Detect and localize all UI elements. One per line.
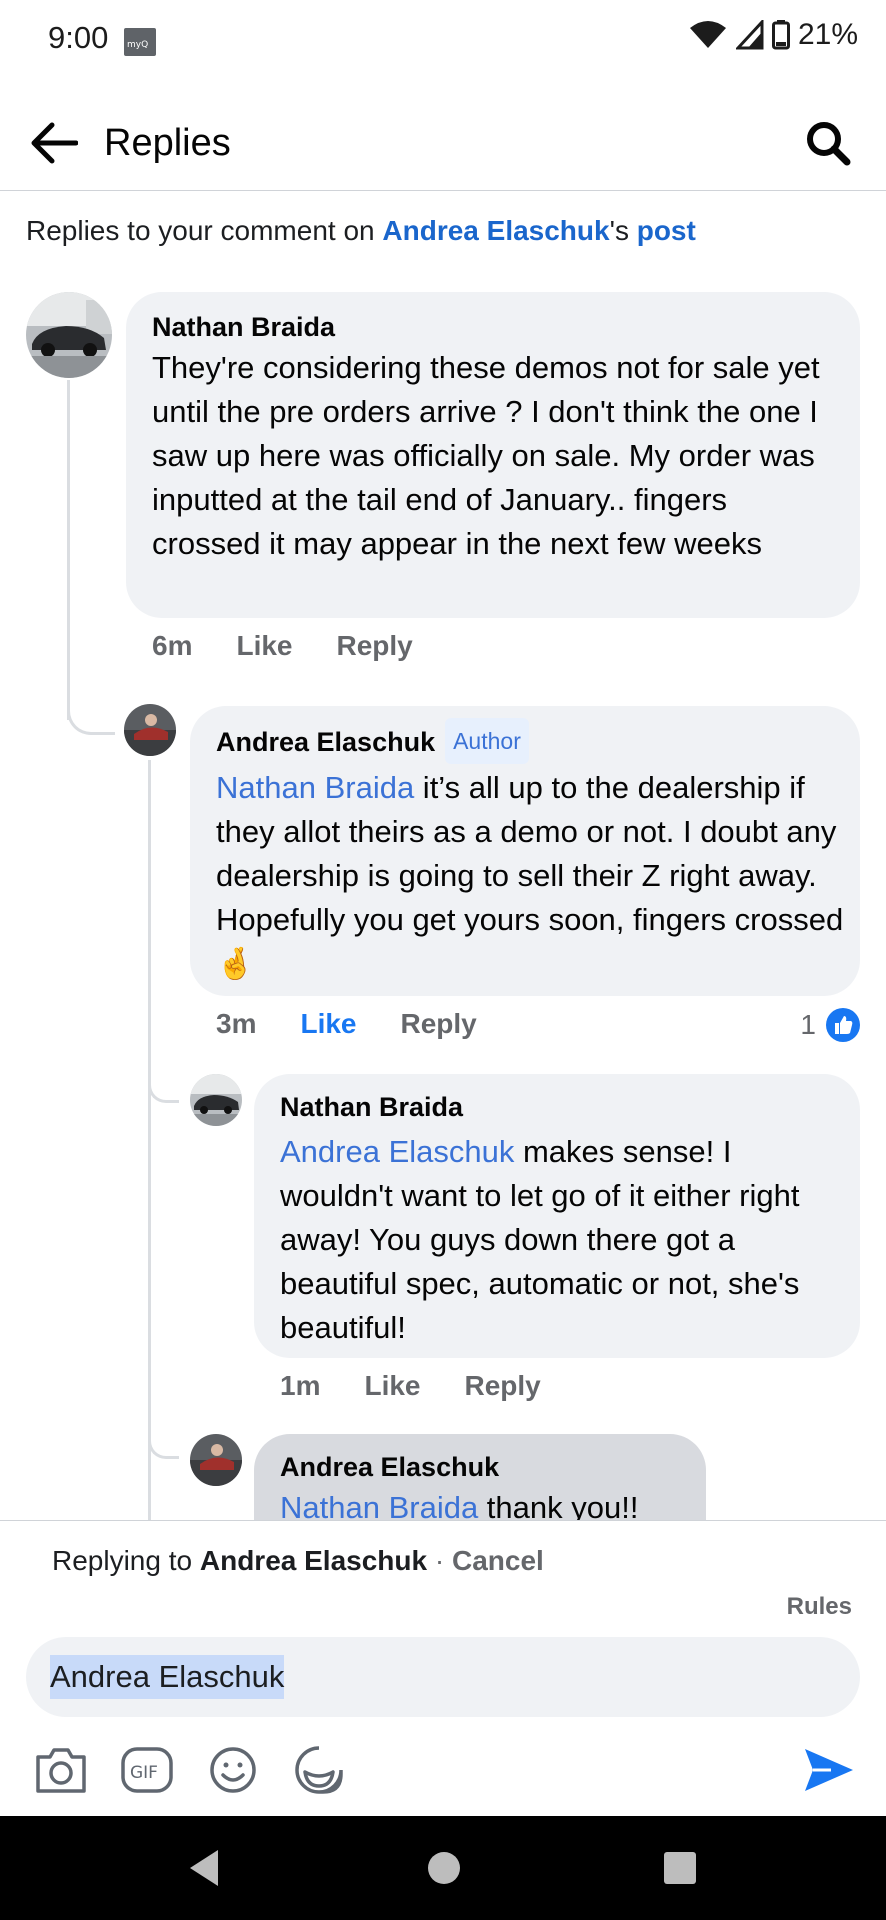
search-icon: [807, 122, 851, 166]
comment-bubble: Andrea Elaschuk Author Nathan Braida it’s…: [190, 706, 860, 996]
signal-icon: [735, 20, 764, 50]
like-button[interactable]: Like: [364, 1370, 420, 1402]
battery-icon: [771, 20, 790, 50]
thread-line: [148, 760, 151, 1520]
avatar[interactable]: [190, 1434, 242, 1486]
camera-button[interactable]: [32, 1741, 90, 1799]
replies-context: Replies to your comment on Andrea Elasch…: [26, 210, 696, 252]
comment-text: Nathan Braida it’s all up to the dealers…: [216, 766, 846, 986]
mention-link[interactable]: Andrea Elaschuk: [280, 1134, 514, 1169]
like-button[interactable]: Like: [236, 630, 292, 662]
comment-author[interactable]: Andrea Elaschuk: [280, 1448, 499, 1486]
send-icon: [805, 1749, 853, 1791]
triangle-back-icon: [190, 1850, 218, 1886]
avatar[interactable]: [190, 1074, 242, 1126]
comment-bubble: Nathan Braida Andrea Elaschuk makes sens…: [254, 1074, 860, 1358]
context-possessive: 's: [609, 215, 637, 246]
comment-author[interactable]: Nathan Braida: [280, 1088, 463, 1126]
system-nav-bar: [0, 1816, 886, 1920]
gif-button[interactable]: GIF: [118, 1741, 176, 1799]
comment-author[interactable]: Nathan Braida: [152, 308, 335, 346]
rules-link[interactable]: Rules: [787, 1593, 852, 1621]
comment-time: 3m: [216, 1008, 257, 1039]
sticker-icon: [295, 1746, 343, 1794]
comment-text: Nathan Braida thank you!!: [280, 1486, 700, 1520]
avatar[interactable]: [26, 292, 112, 378]
nav-back-button[interactable]: [186, 1848, 222, 1893]
gif-icon: GIF: [121, 1747, 173, 1793]
comment-actions: 1m Like Reply: [280, 1370, 585, 1402]
comment-actions: 6m Like Reply: [152, 630, 457, 662]
thread-curve: [148, 1070, 179, 1103]
comment-author: Andrea Elaschuk Author: [216, 718, 529, 764]
wifi-icon: [689, 21, 726, 48]
mention-link[interactable]: Nathan Braida: [216, 770, 414, 805]
reaction-count: 1: [800, 1009, 816, 1040]
input-mention-token[interactable]: Andrea Elaschuk: [50, 1655, 285, 1699]
comment-time: 1m: [280, 1370, 321, 1401]
camera-icon: [36, 1748, 86, 1793]
like-button[interactable]: Like: [300, 1008, 356, 1040]
status-indicators: 21%: [688, 18, 858, 52]
cancel-reply-button[interactable]: Cancel: [452, 1545, 544, 1576]
comment-time: 6m: [152, 630, 193, 661]
replying-to-line: Replying to Andrea Elaschuk · Cancel: [52, 1541, 544, 1581]
thread-curve: [67, 690, 115, 735]
reply-button[interactable]: Reply: [401, 1008, 477, 1040]
comment-clip: Andrea Elaschuk Nathan Braida thank you!…: [254, 1434, 714, 1520]
myq-badge-label: myQ: [127, 40, 148, 50]
comment-bubble: Andrea Elaschuk Nathan Braida thank you!…: [254, 1434, 706, 1520]
context-prefix: Replies to your comment on: [26, 215, 383, 246]
nav-home-button[interactable]: [426, 1850, 462, 1891]
comment-input[interactable]: Andrea Elaschuk: [26, 1637, 860, 1717]
post-owner-link[interactable]: Andrea Elaschuk: [382, 215, 609, 246]
avatar[interactable]: [124, 704, 176, 756]
status-time: 9:00: [48, 20, 109, 55]
reply-composer: Replying to Andrea Elaschuk · Cancel Rul…: [0, 1520, 886, 1817]
fingers-crossed-emoji: 🤞: [216, 946, 255, 981]
search-button[interactable]: [798, 113, 858, 173]
comment-actions: 3m Like Reply: [216, 1008, 521, 1040]
back-button[interactable]: [24, 113, 84, 173]
comment-author-name[interactable]: Andrea Elaschuk: [216, 727, 435, 757]
square-recents-icon: [664, 1852, 696, 1884]
app-header: Replies: [0, 96, 886, 191]
myq-app-icon: myQ: [124, 28, 156, 56]
like-reaction-icon: [826, 1008, 860, 1042]
replying-separator: ·: [427, 1545, 452, 1576]
comment-bubble: Nathan Braida They're considering these …: [126, 292, 860, 618]
comment-text: Andrea Elaschuk makes sense! I wouldn't …: [280, 1130, 850, 1350]
arrow-left-icon: [31, 122, 78, 164]
replying-to-name: Andrea Elaschuk: [199, 1545, 428, 1576]
gif-icon-label: GIF: [130, 1763, 158, 1783]
circle-home-icon: [428, 1852, 460, 1884]
sticker-button[interactable]: [290, 1741, 348, 1799]
thread-curve: [148, 1426, 179, 1459]
comment-body: thank you!!: [478, 1490, 639, 1520]
smiley-icon: [210, 1747, 256, 1793]
battery-percent: 21%: [797, 18, 858, 51]
comment-text: They're considering these demos not for …: [152, 350, 820, 561]
mention-link[interactable]: Nathan Braida: [280, 1490, 478, 1520]
reaction-summary[interactable]: 1: [800, 1008, 860, 1042]
composer-tools: GIF: [32, 1741, 348, 1799]
reply-button[interactable]: Reply: [465, 1370, 541, 1402]
thread-line: [67, 380, 70, 720]
reply-button[interactable]: Reply: [337, 630, 413, 662]
replying-prefix: Replying to: [52, 1545, 200, 1576]
send-button[interactable]: [798, 1741, 858, 1799]
post-link[interactable]: post: [637, 215, 696, 246]
author-badge: Author: [445, 718, 529, 764]
page-title: Replies: [104, 122, 231, 164]
emoji-button[interactable]: [204, 1741, 262, 1799]
nav-recents-button[interactable]: [662, 1850, 698, 1891]
